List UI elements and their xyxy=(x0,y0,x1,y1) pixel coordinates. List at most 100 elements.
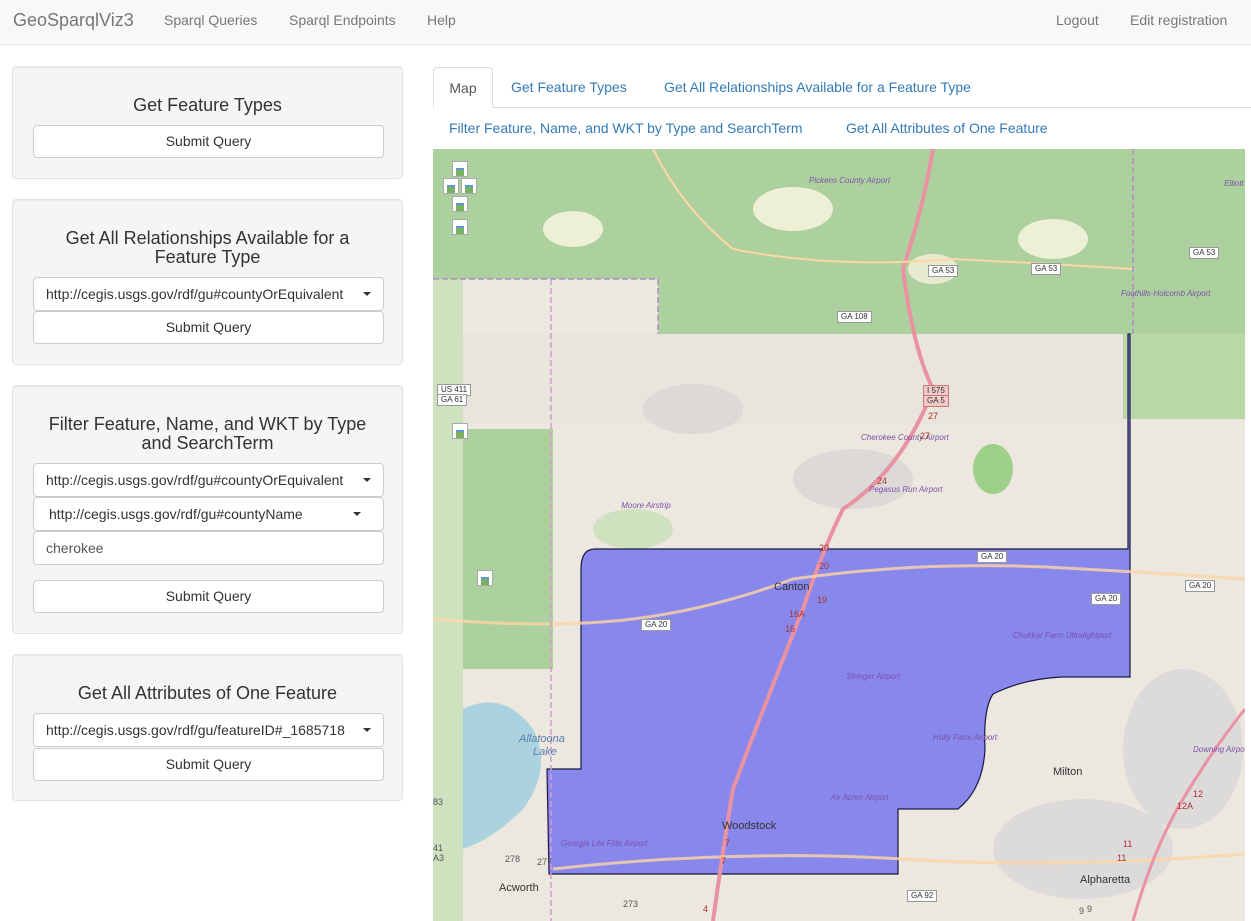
nav-logout[interactable]: Logout xyxy=(1056,12,1099,28)
broken-image-icon xyxy=(452,219,468,235)
exit-label: 20 xyxy=(819,543,830,553)
caret-down-icon xyxy=(363,728,371,732)
exit-label: 16 xyxy=(785,624,796,634)
panel-title: Get All Relationships Available for a Fe… xyxy=(65,228,350,267)
tab-divider xyxy=(433,107,1251,108)
panel-filter: Filter Feature, Name, and WKT by Type an… xyxy=(12,385,403,634)
exit-label: 19 xyxy=(817,595,828,605)
airport-label: Stringer Airport xyxy=(846,672,900,681)
caret-down-icon xyxy=(363,292,371,296)
highway-shield: GA 20 xyxy=(977,551,1008,563)
tab-get-feature-types[interactable]: Get Feature Types xyxy=(511,79,627,95)
water-label: Allatoona xyxy=(519,733,565,745)
highway-shield: GA 92 xyxy=(907,890,938,902)
feature-type-select[interactable]: http://cegis.usgs.gov/rdf/gu#countyOrEqu… xyxy=(33,463,384,497)
brand-link[interactable]: GeoSparqlViz3 xyxy=(13,10,134,31)
highway-shield: GA 61 xyxy=(437,394,468,406)
exit-label: 16A xyxy=(789,609,806,619)
exit-label: 4 xyxy=(703,904,709,914)
broken-image-icon xyxy=(452,161,468,177)
name-property-select[interactable]: http://cegis.usgs.gov/rdf/gu#countyName xyxy=(33,497,384,531)
airport-label: Foothills-Holcomb Airport xyxy=(1121,289,1211,298)
airport-label: Pickens County Airport xyxy=(809,176,891,185)
broken-image-icon xyxy=(443,178,459,194)
map-view[interactable]: Canton Woodstock Acworth Alpharetta Milt… xyxy=(433,149,1245,921)
broken-image-icon xyxy=(452,423,468,439)
exit-label: 273 xyxy=(623,899,639,909)
airport-label: Downing Airport xyxy=(1193,745,1245,754)
exit-label: 7 xyxy=(721,856,727,866)
airport-label: Holly Farm Airport xyxy=(933,733,998,742)
highway-shield: GA 20 xyxy=(1185,580,1216,592)
caret-down-icon xyxy=(363,478,371,482)
airport-label: Air Acres Airport xyxy=(831,793,889,802)
feature-type-select[interactable]: http://cegis.usgs.gov/rdf/gu#countyOrEqu… xyxy=(33,277,384,311)
exit-label: 7 xyxy=(725,838,731,848)
exit-label: 9 xyxy=(1087,904,1093,914)
exit-label: 12 xyxy=(1193,789,1204,799)
broken-image-icon xyxy=(452,196,468,212)
panel-title: Get Feature Types xyxy=(133,95,282,115)
water-label: Lake xyxy=(533,746,557,758)
nav-edit-registration[interactable]: Edit registration xyxy=(1130,12,1227,28)
nav-sparql-queries[interactable]: Sparql Queries xyxy=(164,12,257,28)
submit-query-button[interactable]: Submit Query xyxy=(33,580,384,613)
exit-label: 24 xyxy=(877,476,888,486)
nav-sparql-endpoints[interactable]: Sparql Endpoints xyxy=(289,12,396,28)
panel-feature-types: Get Feature Types Submit Query xyxy=(12,66,403,179)
select-value: http://cegis.usgs.gov/rdf/gu#countyOrEqu… xyxy=(46,286,344,302)
highway-shield: GA 5 xyxy=(923,395,949,407)
highway-shield: GA 20 xyxy=(1091,593,1122,605)
airport-label: Cherokee County Airport xyxy=(861,433,949,442)
exit-label: 278 xyxy=(505,854,521,864)
exit-label: 83 xyxy=(433,797,444,807)
tab-filter-feature[interactable]: Filter Feature, Name, and WKT by Type an… xyxy=(449,120,803,136)
exit-label: 27 xyxy=(920,431,931,441)
exit-label: 277 xyxy=(537,857,553,867)
tab-get-relationships[interactable]: Get All Relationships Available for a Fe… xyxy=(664,79,971,95)
exit-label: 27 xyxy=(928,411,939,421)
panel-title: Filter Feature, Name, and WKT by Type an… xyxy=(48,414,367,453)
navbar: GeoSparqlViz3 Sparql Queries Sparql Endp… xyxy=(0,0,1251,45)
airport-label: Chukkar Farm Ultralightport xyxy=(1013,631,1112,640)
broken-image-icon xyxy=(477,570,493,586)
exit-label: 20 xyxy=(819,561,830,571)
feature-id-select[interactable]: http://cegis.usgs.gov/rdf/gu/featureID#_… xyxy=(33,713,384,747)
airport-label: Georgia Lite Flite Airport xyxy=(561,839,648,848)
panel-title: Get All Attributes of One Feature xyxy=(77,683,338,703)
highway-shield: GA 20 xyxy=(641,619,672,631)
city-label: Alpharetta xyxy=(1080,874,1131,886)
search-term-input[interactable]: cherokee xyxy=(33,531,384,565)
exit-label: 41 xyxy=(433,843,444,853)
airport-label: Pegasus Run Airport xyxy=(869,485,943,494)
city-label: Canton xyxy=(774,581,810,593)
panel-attributes: Get All Attributes of One Feature http:/… xyxy=(12,654,403,801)
highway-shield: GA 53 xyxy=(1031,263,1062,275)
nav-help[interactable]: Help xyxy=(427,12,456,28)
city-label: Woodstock xyxy=(722,820,777,832)
airport-label: Elliott xyxy=(1224,179,1244,188)
submit-query-button[interactable]: Submit Query xyxy=(33,125,384,158)
tab-map[interactable]: Map xyxy=(433,67,493,108)
submit-query-button[interactable]: Submit Query xyxy=(33,748,384,781)
tab-get-attributes[interactable]: Get All Attributes of One Feature xyxy=(846,120,1048,136)
exit-label: 11 xyxy=(1123,839,1133,849)
highway-shield: GA 53 xyxy=(928,265,959,277)
city-label: Milton xyxy=(1053,766,1083,778)
select-value: http://cegis.usgs.gov/rdf/gu/featureID#_… xyxy=(46,722,345,738)
exit-label: A3 xyxy=(433,853,445,863)
highway-shield: GA 108 xyxy=(837,311,872,323)
panel-relationships: Get All Relationships Available for a Fe… xyxy=(12,199,403,365)
exit-label: 9 xyxy=(1079,906,1085,916)
map-tiles xyxy=(433,149,1245,921)
exit-label: 12A xyxy=(1177,801,1194,811)
highway-shield: GA 53 xyxy=(1189,247,1220,259)
submit-query-button[interactable]: Submit Query xyxy=(33,311,384,344)
select-value: http://cegis.usgs.gov/rdf/gu#countyName xyxy=(49,506,303,522)
caret-down-icon xyxy=(353,512,361,516)
city-label: Acworth xyxy=(499,882,539,894)
select-value: http://cegis.usgs.gov/rdf/gu#countyOrEqu… xyxy=(46,472,344,488)
airport-label: Moore Airstrip xyxy=(621,501,671,510)
broken-image-icon xyxy=(461,178,477,194)
exit-label: 11 xyxy=(1117,853,1127,863)
